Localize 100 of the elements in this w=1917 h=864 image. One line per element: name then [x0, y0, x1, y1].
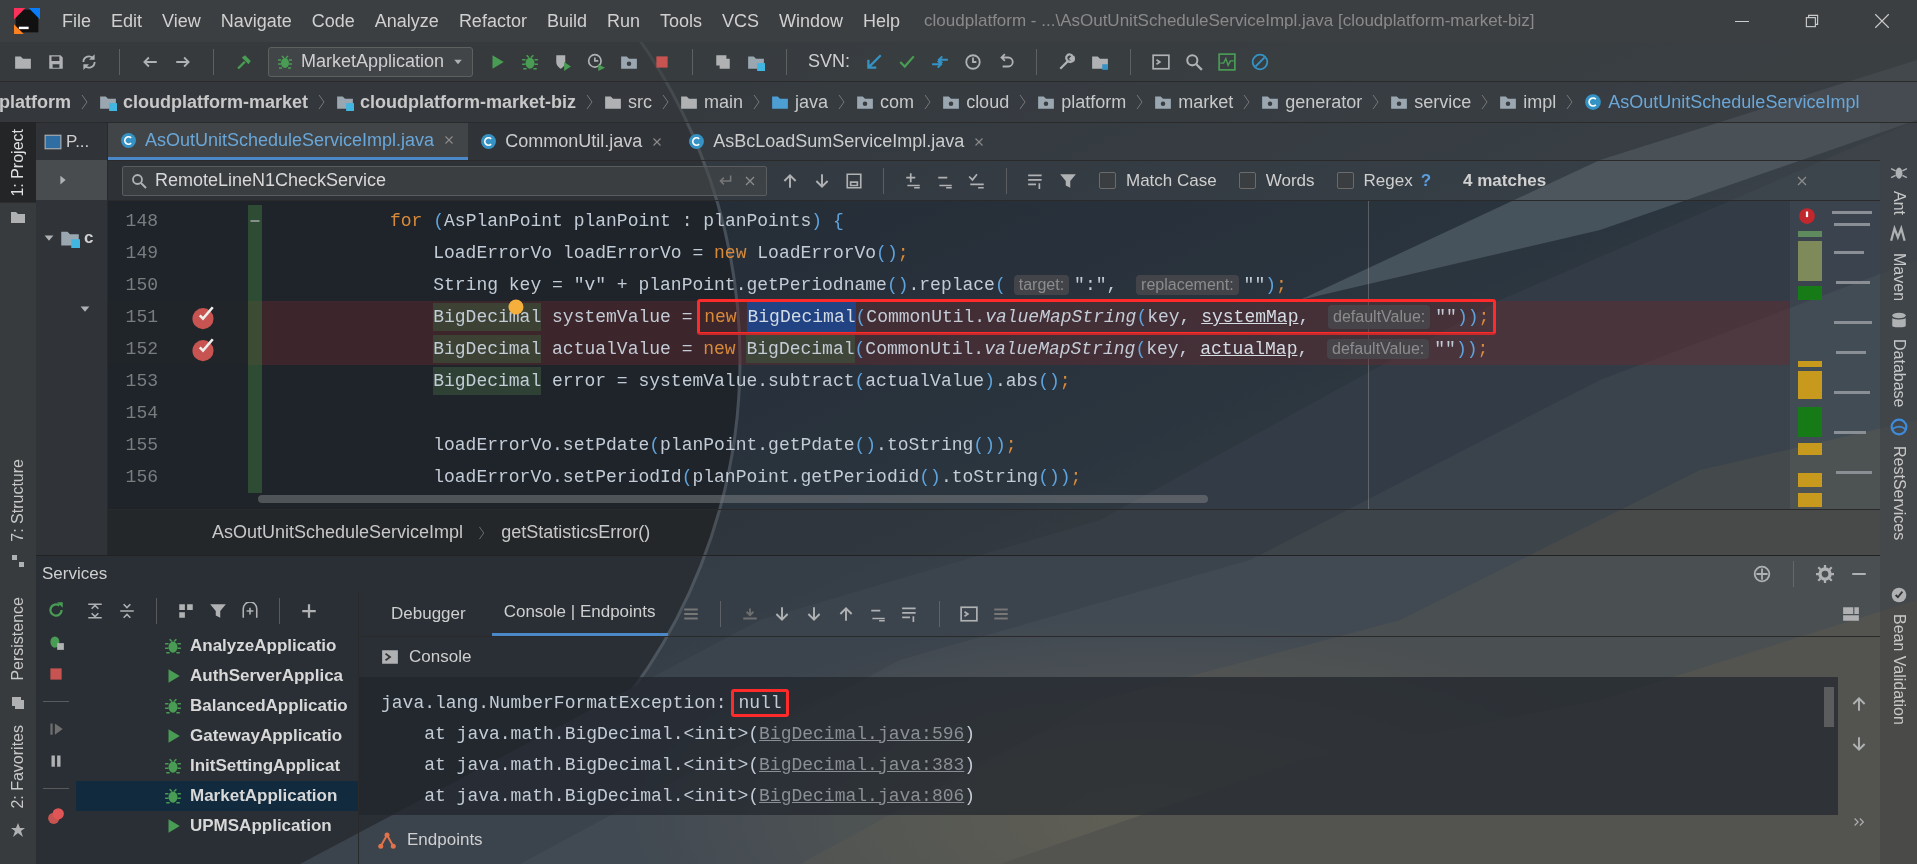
breadcrumb-item[interactable]: service — [1414, 91, 1472, 113]
breadcrumb-item[interactable]: impl — [1523, 91, 1557, 113]
menu-item[interactable]: Refactor — [448, 10, 537, 32]
breadcrumb-item[interactable]: getStatisticsError() — [501, 522, 651, 543]
stop-icon[interactable] — [47, 665, 65, 683]
update-arrow-icon[interactable] — [865, 52, 884, 71]
tool-window-tab[interactable]: 7: Structure — [9, 452, 27, 548]
terminal-icon[interactable] — [1152, 52, 1171, 71]
down-arrow-icon[interactable] — [1850, 735, 1868, 753]
breadcrumb-item[interactable]: market — [1178, 91, 1234, 113]
filter-icon[interactable] — [1059, 171, 1077, 190]
breadcrumb-item[interactable]: platform — [1061, 91, 1127, 113]
menu-item[interactable]: Window — [769, 10, 854, 32]
tool-window-tab[interactable]: Bean Validation — [1889, 607, 1908, 731]
sync-icon[interactable] — [80, 52, 98, 71]
tool-window-tab[interactable]: Database — [1889, 333, 1908, 414]
tree-item[interactable]: AnalyzeApplicatio — [76, 631, 358, 661]
breadcrumb-item[interactable]: com — [880, 91, 915, 113]
breadcrumb-item[interactable]: cloud — [966, 91, 1010, 113]
new-service-icon[interactable] — [241, 602, 259, 620]
menu-item[interactable]: View — [152, 10, 211, 32]
tree-item[interactable]: BalancedApplicatio — [76, 691, 358, 721]
tree-item[interactable]: MarketApplication — [76, 781, 358, 811]
panel-tab[interactable]: Console | Endpoints — [491, 591, 668, 636]
save-icon[interactable] — [47, 52, 65, 71]
search-icon[interactable] — [1185, 52, 1204, 71]
tool-window-tab[interactable]: 2: Favorites — [9, 718, 27, 815]
tree-item[interactable]: InitSettingApplicat — [76, 751, 358, 781]
menu-item[interactable]: Run — [596, 10, 650, 32]
menu-item[interactable]: Analyze — [364, 10, 449, 32]
editor-tab[interactable]: AsOutUnitScheduleServiceImpl.java — [108, 123, 469, 160]
tool-window-tab[interactable]: Persistence — [9, 591, 27, 687]
next-match-icon[interactable] — [813, 171, 831, 190]
option-checkbox[interactable]: Words — [1238, 170, 1315, 191]
error-indicator-icon[interactable] — [1798, 207, 1816, 225]
breadcrumb-item[interactable]: src — [628, 91, 653, 113]
tool-window-tab[interactable]: RestServices — [1889, 439, 1908, 546]
select-all-occurrences-icon[interactable] — [968, 171, 986, 190]
panel-tab[interactable]: Debugger — [379, 591, 478, 636]
endpoints-tab[interactable]: Endpoints — [407, 829, 483, 850]
tree-item[interactable]: GatewayApplicatio — [76, 721, 358, 751]
search-field[interactable]: RemoteLineN1CheckService — [122, 165, 767, 196]
tool-window-tab[interactable]: 1: Project — [0, 123, 36, 203]
breadcrumb-item[interactable]: generator — [1285, 91, 1363, 113]
settings-icon[interactable] — [1816, 564, 1834, 583]
shield-run-icon[interactable] — [554, 52, 573, 71]
wrench-icon[interactable] — [1058, 52, 1077, 71]
filter-icon[interactable] — [209, 602, 227, 620]
menu-item[interactable]: VCS — [712, 10, 769, 32]
editor-tab[interactable]: AsBcLoadSumServiceImpl.java — [676, 123, 999, 160]
prohibited-icon[interactable] — [1251, 52, 1270, 71]
menu-item[interactable]: Code — [301, 10, 365, 32]
tool-window-tab[interactable]: Maven — [1889, 247, 1908, 308]
clock-run-icon[interactable] — [587, 52, 606, 71]
run-configuration-dropdown[interactable]: MarketApplication — [268, 46, 474, 77]
rerun-icon[interactable] — [47, 601, 65, 619]
breadcrumb-item[interactable]: main — [704, 91, 744, 113]
add-occurrence-icon[interactable] — [904, 171, 922, 190]
find-in-selection-icon[interactable] — [845, 171, 863, 190]
tree-item[interactable]: UPMSApplication — [76, 811, 358, 841]
breadcrumb-item[interactable]: AsOutUnitScheduleServiceImpl — [212, 522, 464, 543]
menu-item[interactable]: Edit — [101, 10, 153, 32]
breadcrumb-item[interactable]: cloudplatform-market — [123, 91, 309, 113]
breadcrumb-item[interactable]: cloudplatform-market-biz — [360, 91, 577, 113]
breadcrumb-item[interactable]: AsOutUnitScheduleServiceImpl — [1608, 91, 1860, 113]
horizontal-scrollbar[interactable] — [258, 495, 1208, 503]
breadcrumb-item[interactable]: platform — [0, 91, 71, 113]
menu-item[interactable]: Navigate — [210, 10, 302, 32]
console-title[interactable]: Console — [409, 647, 472, 667]
menu-item[interactable]: Build — [536, 10, 597, 32]
menu-item[interactable]: Help — [853, 10, 911, 32]
layout-icon[interactable] — [1842, 604, 1860, 623]
help-link[interactable]: ? — [1420, 170, 1432, 191]
tree-item[interactable]: c — [84, 228, 94, 248]
option-checkbox[interactable]: Match Case — [1099, 170, 1217, 191]
breakpoint-icon[interactable] — [190, 336, 216, 362]
vertical-scrollbar[interactable] — [1824, 687, 1834, 727]
tool-window-tab[interactable]: Ant — [1889, 185, 1908, 221]
bug-icon[interactable] — [47, 633, 65, 651]
menu-item[interactable]: Tools — [649, 10, 712, 32]
menu-item[interactable]: File — [52, 10, 101, 32]
collapse-all-icon[interactable] — [118, 602, 136, 620]
add-icon[interactable] — [300, 602, 318, 620]
resume-icon[interactable] — [47, 720, 65, 738]
history-icon[interactable] — [964, 52, 983, 71]
monitor-chart-icon[interactable] — [1218, 52, 1237, 71]
more-icon[interactable] — [1852, 815, 1866, 829]
breakpoint-icon[interactable] — [190, 304, 216, 330]
project-view-dropdown[interactable]: P... — [66, 131, 90, 152]
bug-icon[interactable] — [521, 52, 540, 71]
expand-all-icon[interactable] — [86, 602, 104, 620]
crosshair-icon[interactable] — [1753, 564, 1771, 583]
option-checkbox[interactable]: Regex — [1336, 170, 1413, 191]
up-arrow-icon[interactable] — [1850, 695, 1868, 713]
breakpoints-icon[interactable] — [47, 807, 65, 825]
bean-icon — [1889, 585, 1908, 604]
editor-tab[interactable]: CommonUtil.java — [468, 123, 677, 160]
breadcrumb-item[interactable]: java — [795, 91, 829, 113]
group-icon[interactable] — [177, 602, 195, 620]
tree-item[interactable]: AuthServerApplica — [76, 661, 358, 691]
